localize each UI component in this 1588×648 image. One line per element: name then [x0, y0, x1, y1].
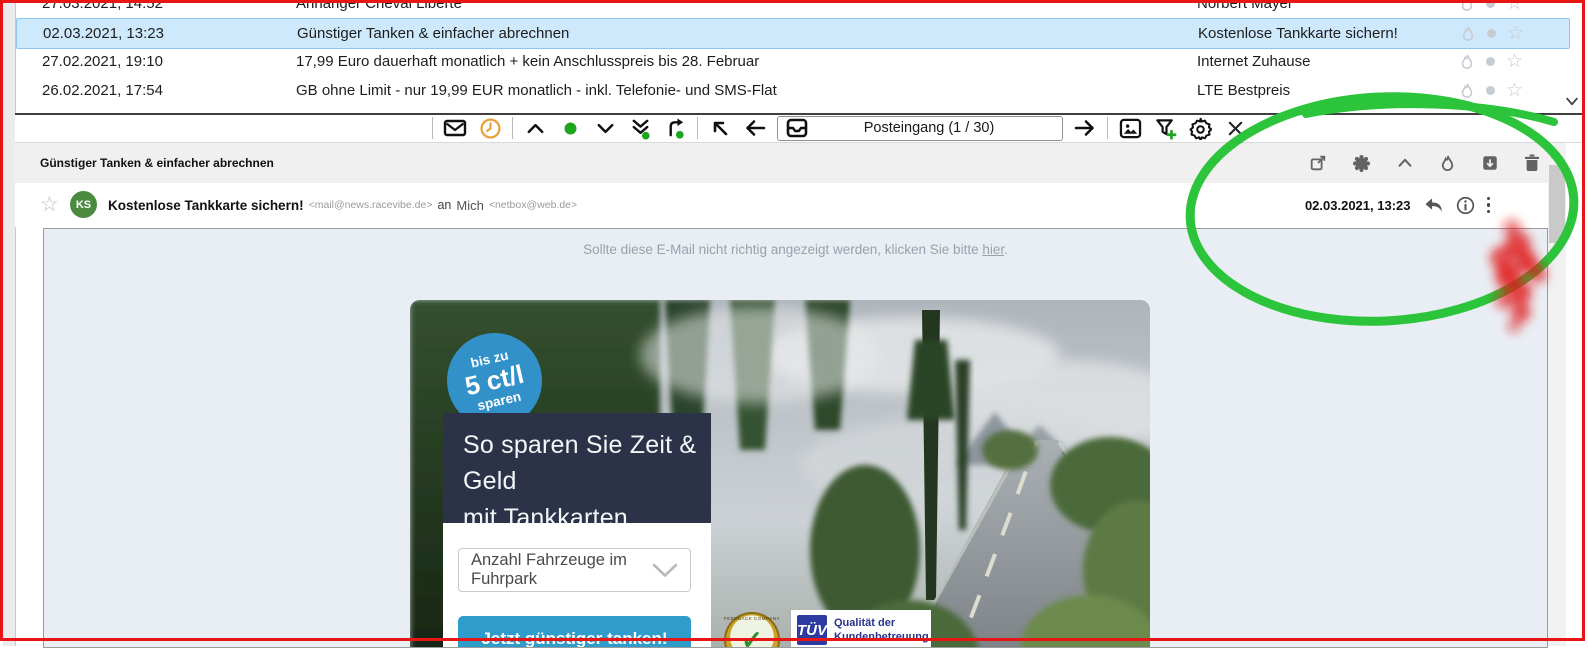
flame-icon[interactable]	[1459, 53, 1475, 71]
folder-label: Posteingang (1 / 30)	[818, 120, 1054, 136]
mail-sender: Norbert Mayer	[1197, 0, 1452, 18]
arrow-left-icon[interactable]	[742, 116, 768, 140]
kebab-menu-icon[interactable]	[1487, 197, 1491, 214]
list-item[interactable]: 26.02.2021, 17:54 GB ohne Limit - nur 19…	[16, 76, 1568, 105]
settings-gear-icon[interactable]	[1187, 116, 1213, 140]
dropdown-label: Anzahl Fahrzeuge im Fuhrpark	[471, 551, 652, 589]
mail-subject: 17,99 Euro dauerhaft monatlich + kein An…	[296, 47, 1176, 76]
arrow-up-left-icon[interactable]	[707, 116, 733, 140]
next-icon[interactable]	[592, 116, 618, 140]
mail-subject: Anhänger Cheval Liberté	[296, 0, 1176, 18]
message-body: Sollte diese E-Mail nicht richtig angeze…	[43, 228, 1548, 648]
collapse-icon[interactable]	[1396, 154, 1414, 172]
toolbar-separator	[432, 117, 433, 139]
snooze-clock-icon[interactable]	[477, 116, 503, 140]
mail-sender: Kostenlose Tankkarte sichern!	[1198, 19, 1453, 48]
unread-dot-icon[interactable]	[1487, 29, 1496, 38]
tuev-seal: TÜV Qualität der Kundenbetreuung	[791, 610, 931, 648]
scrollbar-thumb[interactable]	[1549, 165, 1565, 243]
message-date: 02.03.2021, 13:23	[1305, 198, 1411, 213]
sender-email: <mail@news.racevibe.de>	[309, 199, 433, 211]
fallback-link[interactable]: hier	[982, 242, 1004, 257]
unread-dot-icon[interactable]	[1486, 57, 1495, 66]
recipient-name[interactable]: Mich	[456, 198, 483, 213]
fallback-hint: Sollte diese E-Mail nicht richtig angeze…	[44, 242, 1547, 257]
preview-header: Günstiger Tanken & einfacher abrechnen	[15, 143, 1548, 184]
folder-selector[interactable]: Posteingang (1 / 30)	[777, 116, 1063, 141]
to-label: an	[437, 198, 451, 212]
image-icon[interactable]	[1117, 116, 1143, 140]
newsletter-banner: bis zu 5 ct/l sparen So sparen Sie Zeit …	[410, 300, 1150, 648]
star-icon[interactable]: ☆	[1507, 24, 1524, 43]
email-list: 27.03.2021, 14:52 Anhänger Cheval Libert…	[16, 0, 1583, 113]
unread-dot-icon[interactable]	[1486, 0, 1495, 8]
reply-icon[interactable]	[1423, 197, 1444, 214]
archive-icon[interactable]	[1481, 154, 1499, 172]
mail-sender: LTE Bestpreis	[1197, 76, 1452, 105]
mail-subject: Facebook Container - neuster Schutz für …	[296, 105, 1176, 113]
form-panel: Anzahl Fahrzeuge im Fuhrpark Jetzt günst…	[443, 523, 711, 648]
mail-client-window: 27.03.2021, 14:52 Anhänger Cheval Libert…	[0, 0, 1588, 646]
list-item[interactable]: 27.03.2021, 14:52 Anhänger Cheval Libert…	[16, 0, 1568, 18]
info-icon[interactable]	[1456, 196, 1475, 215]
fleet-size-dropdown[interactable]: Anzahl Fahrzeuge im Fuhrpark	[458, 548, 691, 592]
feedback-company-badge: FEEDBACK COMPANY ✓	[724, 612, 780, 648]
list-item[interactable]: 26.02.2021, 15:02 Facebook Container - n…	[16, 105, 1568, 113]
skip-to-unread-icon[interactable]	[627, 116, 653, 140]
mail-date: 27.03.2021, 14:52	[42, 0, 252, 18]
preview-subject-title: Günstiger Tanken & einfacher abrechnen	[40, 143, 274, 183]
mail-date: 27.02.2021, 19:10	[42, 47, 252, 76]
mail-subject: GB ohne Limit - nur 19,99 EUR monatlich …	[296, 76, 1176, 105]
unread-dot-icon[interactable]	[1486, 86, 1495, 95]
star-icon[interactable]: ☆	[1506, 81, 1523, 100]
window-left-edge	[3, 0, 16, 646]
toolbar-separator	[1107, 117, 1108, 139]
unread-dot-icon[interactable]	[557, 116, 583, 140]
flame-icon[interactable]	[1459, 0, 1475, 13]
star-icon[interactable]: ☆	[1506, 52, 1523, 71]
mail-date: 02.03.2021, 13:23	[43, 19, 253, 48]
check-icon: ✓	[741, 627, 763, 648]
toolbar-separator	[512, 117, 513, 139]
mail-date: 26.02.2021, 15:02	[42, 105, 252, 113]
scrollbar-up-icon[interactable]	[1549, 147, 1565, 163]
redirect-unread-icon[interactable]	[662, 116, 688, 140]
star-icon[interactable]: ☆	[40, 194, 59, 215]
gear-solid-icon[interactable]	[1352, 154, 1371, 173]
toolbar-separator	[697, 117, 698, 139]
list-scrollbar-down[interactable]	[1563, 92, 1581, 110]
open-in-new-window-icon[interactable]	[1309, 154, 1327, 172]
avatar: KS	[70, 191, 97, 218]
arrow-right-icon[interactable]	[1072, 116, 1098, 140]
flame-icon[interactable]	[1459, 82, 1475, 100]
flame-icon[interactable]	[1439, 154, 1456, 173]
headline-line1: So sparen Sie Zeit & Geld	[463, 427, 711, 500]
mail-subject: Günstiger Tanken & einfacher abrechnen	[297, 19, 1177, 48]
star-icon[interactable]: ☆	[1506, 0, 1523, 13]
tuev-logo: TÜV	[797, 615, 827, 645]
mail-sender: Internet Zuhause	[1197, 47, 1452, 76]
inbox-icon	[786, 118, 808, 138]
message-toolbar: Posteingang (1 / 30)	[15, 115, 1583, 143]
headline-panel: So sparen Sie Zeit & Geld mit Tankkarten	[443, 413, 711, 523]
chevron-down-icon	[652, 563, 678, 578]
preview-scrollbar[interactable]	[1548, 143, 1566, 646]
flame-icon[interactable]	[1460, 25, 1476, 43]
close-icon[interactable]	[1222, 116, 1248, 140]
list-item[interactable]: 27.02.2021, 19:10 17,99 Euro dauerhaft m…	[16, 47, 1568, 76]
mail-date: 26.02.2021, 17:54	[42, 76, 252, 105]
previous-icon[interactable]	[522, 116, 548, 140]
recipient-email: <netbox@web.de>	[489, 199, 577, 211]
list-item-selected[interactable]: 02.03.2021, 13:23 Günstiger Tanken & ein…	[16, 18, 1570, 49]
cta-button[interactable]: Jetzt günstiger tanken!	[458, 616, 691, 648]
trash-icon[interactable]	[1524, 154, 1540, 172]
message-header: ☆ KS Kostenlose Tankkarte sichern! <mail…	[15, 183, 1548, 227]
filter-add-icon[interactable]	[1152, 116, 1178, 140]
mail-sender: Mozilla Foundation	[1197, 105, 1452, 113]
sender-name[interactable]: Kostenlose Tankkarte sichern!	[108, 198, 304, 213]
envelope-icon[interactable]	[442, 116, 468, 140]
